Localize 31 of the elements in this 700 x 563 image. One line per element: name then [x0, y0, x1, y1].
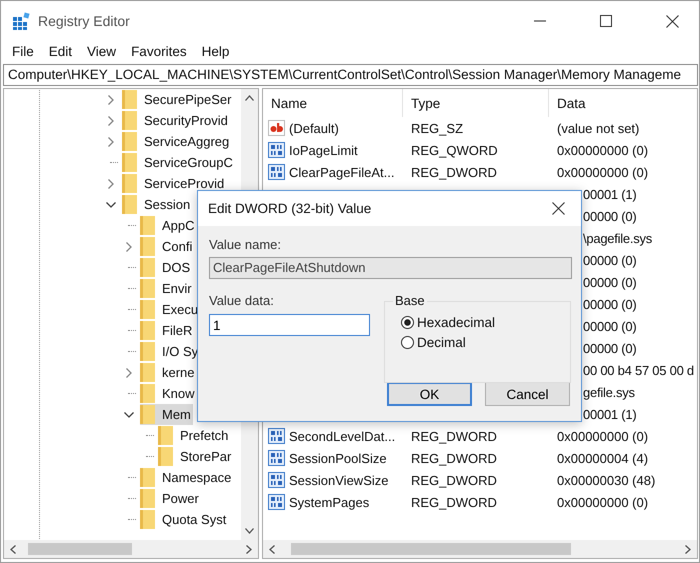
table-cell: 00000 (0) — [583, 296, 636, 312]
table-cell-text: 0x00000000 (0) — [556, 494, 648, 510]
table-cell-text: REG_DWORD — [410, 164, 498, 180]
field-label: Value data: — [209, 293, 275, 308]
table-cell-text: REG_DWORD — [410, 494, 498, 510]
table-cell-text: 0x00000000 (0) — [556, 428, 648, 444]
table-cell: 00000 (0) — [583, 340, 636, 356]
table-cell: 00001 (1) — [583, 406, 636, 422]
table-cell-text: REG_DWORD — [410, 428, 498, 444]
table-cell: 00000 (0) — [583, 318, 636, 334]
table-cell-text: 0x00000004 (4) — [556, 450, 648, 466]
table-cell: 00 00 b4 57 05 00 d — [583, 362, 694, 378]
field-label: Value name: — [209, 237, 282, 252]
table-cell-text: REG_SZ — [410, 120, 464, 136]
table-cell: 00001 (1) — [583, 186, 636, 202]
table-cell-text: REG_DWORD — [410, 472, 498, 488]
dialog-title: Edit DWORD (32-bit) Value — [208, 201, 372, 216]
table-cell-text: (value not set) — [556, 120, 640, 136]
table-cell: gefile.sys — [583, 384, 635, 400]
table-cell-text: 0x00000000 (0) — [556, 164, 648, 180]
table-cell: \pagefile.sys — [583, 230, 652, 246]
table-cell: 00000 (0) — [583, 252, 636, 268]
table-cell: 00000 (0) — [583, 208, 636, 224]
value-name-field: ClearPageFileAtShutdown — [209, 257, 572, 279]
window-title: Registry Editor — [38, 13, 130, 29]
table-cell-text: REG_DWORD — [410, 450, 498, 466]
table-cell-text: REG_QWORD — [410, 142, 499, 158]
table-cell-text: 0x00000030 (48) — [556, 472, 656, 488]
table-cell: 00000 (0) — [583, 274, 636, 290]
group-label: Base — [393, 293, 427, 308]
table-cell-text: 0x00000000 (0) — [556, 142, 648, 158]
